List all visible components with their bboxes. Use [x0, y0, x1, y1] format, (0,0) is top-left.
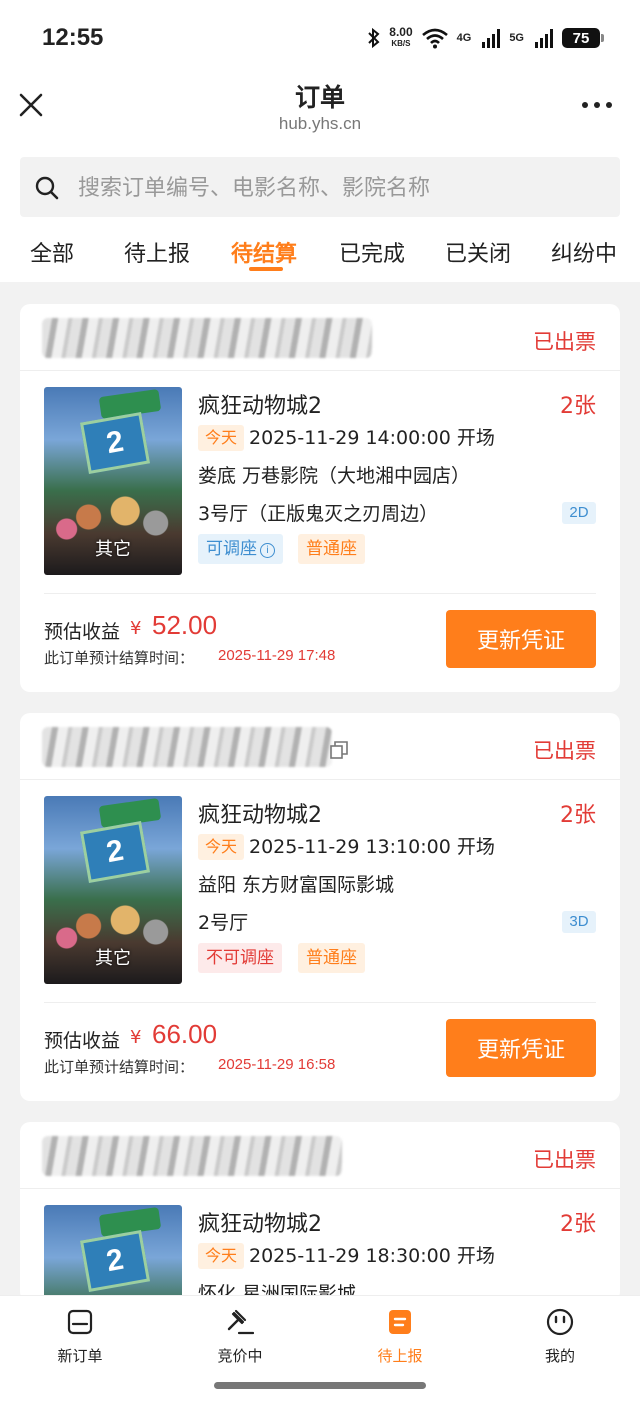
seat-adjust-label: 可调座: [206, 539, 257, 559]
tab-all[interactable]: 全部: [30, 236, 74, 268]
report-icon: [389, 1310, 411, 1334]
movie-poster: 2 其它: [44, 796, 182, 984]
showtime: 2025-11-29 18:30:00 开场: [249, 1245, 495, 1267]
signal-4g-label: 4G: [456, 32, 472, 44]
smiley-icon: [546, 1308, 574, 1336]
movie-title: 疯狂动物城2: [198, 803, 322, 828]
net-speed-unit: KB/S: [391, 39, 411, 48]
tab-active-indicator: [249, 267, 283, 271]
earnings-value: 52.00: [152, 610, 218, 640]
earnings-label: 预估收益: [44, 1030, 121, 1052]
nav-label: 待上报: [377, 1347, 423, 1365]
settle-time-label: 此订单预计结算时间：: [44, 649, 195, 667]
status-time: 12:55: [42, 24, 104, 51]
top-area: 12:55 8.00KB/S 4G 5G 75 订单 hub.yhs.cn 全部…: [0, 0, 640, 282]
redacted-order-number: [42, 727, 332, 767]
seat-type-tag: 普通座: [298, 534, 365, 564]
signal-4g-icon: [482, 29, 501, 48]
today-badge: 今天: [198, 834, 245, 860]
search-bar: [20, 157, 620, 217]
nav-label: 新订单: [57, 1347, 103, 1365]
order-card[interactable]: 已出票 2 其它 疯狂动物城2 2张 今天 2025-11-29 13:10:00…: [20, 713, 620, 1101]
seat-adjust-tag[interactable]: 可调座 i: [198, 534, 283, 564]
today-badge: 今天: [198, 425, 245, 451]
movie-poster: 2: [44, 1205, 182, 1302]
movie-poster: 2 其它: [44, 387, 182, 575]
nav-mine[interactable]: 我的: [480, 1296, 640, 1376]
copy-icon[interactable]: [330, 741, 348, 759]
wifi-icon: [421, 28, 448, 49]
net-speed: 8.00 KB/S: [389, 25, 413, 49]
update-voucher-button[interactable]: 更新凭证: [446, 610, 596, 668]
today-badge: 今天: [198, 1243, 245, 1269]
tab-dispute[interactable]: 纠纷中: [551, 236, 617, 268]
order-card[interactable]: 已出票 2 其它 疯狂动物城2 2张 今天 2025-11-29 14:00:00…: [20, 304, 620, 692]
order-card-header: 已出票: [20, 713, 620, 780]
ticket-quantity: 2张: [560, 1212, 596, 1237]
signal-5g-icon: [535, 29, 553, 48]
nav-bar: 订单 hub.yhs.cn: [0, 72, 640, 144]
nav-label: 竞价中: [217, 1347, 263, 1365]
showtime: 2025-11-29 13:10:00 开场: [249, 836, 495, 858]
format-badge: 3D: [562, 911, 596, 933]
tab-closed[interactable]: 已关闭: [445, 236, 511, 268]
nav-pending-report[interactable]: 待上报: [320, 1296, 480, 1376]
ticket-quantity: 2张: [560, 803, 596, 828]
settle-time-label: 此订单预计结算时间：: [44, 1058, 195, 1076]
battery-icon: 75: [562, 28, 604, 48]
earnings-value: 66.00: [152, 1019, 218, 1049]
hall-name: 2号厅: [198, 912, 249, 934]
redacted-order-number: [42, 318, 372, 358]
ticket-status: 已出票: [533, 1148, 596, 1172]
nav-label: 我的: [544, 1347, 575, 1365]
settle-time: 2025-11-29 16:58: [218, 1056, 336, 1073]
divider: [44, 593, 596, 594]
info-icon[interactable]: i: [260, 543, 275, 558]
net-speed-value: 8.00: [389, 25, 413, 39]
currency-symbol: ¥: [130, 1027, 142, 1048]
search-input[interactable]: [76, 167, 600, 209]
inbox-icon: [67, 1309, 93, 1335]
tab-pending-settlement[interactable]: 待结算: [231, 236, 297, 268]
order-card-header: 已出票: [20, 1122, 620, 1189]
order-card[interactable]: 已出票 2 疯狂动物城2 2张 今天 2025-11-29 18:30:00 开…: [20, 1122, 620, 1302]
page-domain: hub.yhs.cn: [278, 114, 362, 133]
search-icon: [35, 176, 59, 200]
home-indicator[interactable]: [214, 1382, 426, 1389]
ticket-status: 已出票: [533, 739, 596, 763]
divider: [44, 1002, 596, 1003]
ticket-status: 已出票: [533, 330, 596, 354]
seat-type-tag: 普通座: [298, 943, 365, 973]
nav-new-orders[interactable]: 新订单: [0, 1296, 160, 1376]
status-bar: 12:55 8.00 KB/S 4G 5G 75: [0, 0, 640, 72]
status-tabs: 全部 待上报 待结算 已完成 已关闭 纠纷中: [0, 222, 640, 282]
currency-symbol: ¥: [130, 618, 142, 639]
format-badge: 2D: [562, 502, 596, 524]
cinema-name: 益阳 东方财富国际影城: [198, 874, 395, 896]
tab-completed[interactable]: 已完成: [339, 236, 405, 268]
gavel-icon: [227, 1309, 254, 1335]
seat-adjust-tag: 不可调座: [198, 943, 282, 973]
cinema-name: 娄底 万巷影院（大地湘中园店）: [198, 465, 471, 487]
more-icon[interactable]: [582, 102, 612, 108]
earnings-label: 预估收益: [44, 621, 121, 643]
bluetooth-icon: [368, 27, 380, 49]
movie-title: 疯狂动物城2: [198, 1212, 322, 1237]
showtime: 2025-11-29 14:00:00 开场: [249, 427, 495, 449]
status-icons: 8.00 KB/S 4G 5G 75: [367, 22, 604, 54]
update-voucher-button[interactable]: 更新凭证: [446, 1019, 596, 1077]
poster-tag: 其它: [95, 948, 131, 969]
hall-name: 3号厅（正版鬼灭之刃周边）: [198, 503, 439, 525]
settle-time: 2025-11-29 17:48: [218, 647, 336, 664]
poster-tag: 其它: [95, 539, 131, 560]
redacted-order-number: [42, 1136, 342, 1176]
tab-pending-report[interactable]: 待上报: [124, 236, 190, 268]
page-title: 订单: [294, 83, 345, 112]
ticket-quantity: 2张: [560, 394, 596, 419]
order-card-header: 已出票: [20, 304, 620, 371]
nav-bidding[interactable]: 竞价中: [160, 1296, 320, 1376]
signal-5g-label: 5G: [509, 32, 524, 44]
movie-title: 疯狂动物城2: [198, 394, 322, 419]
